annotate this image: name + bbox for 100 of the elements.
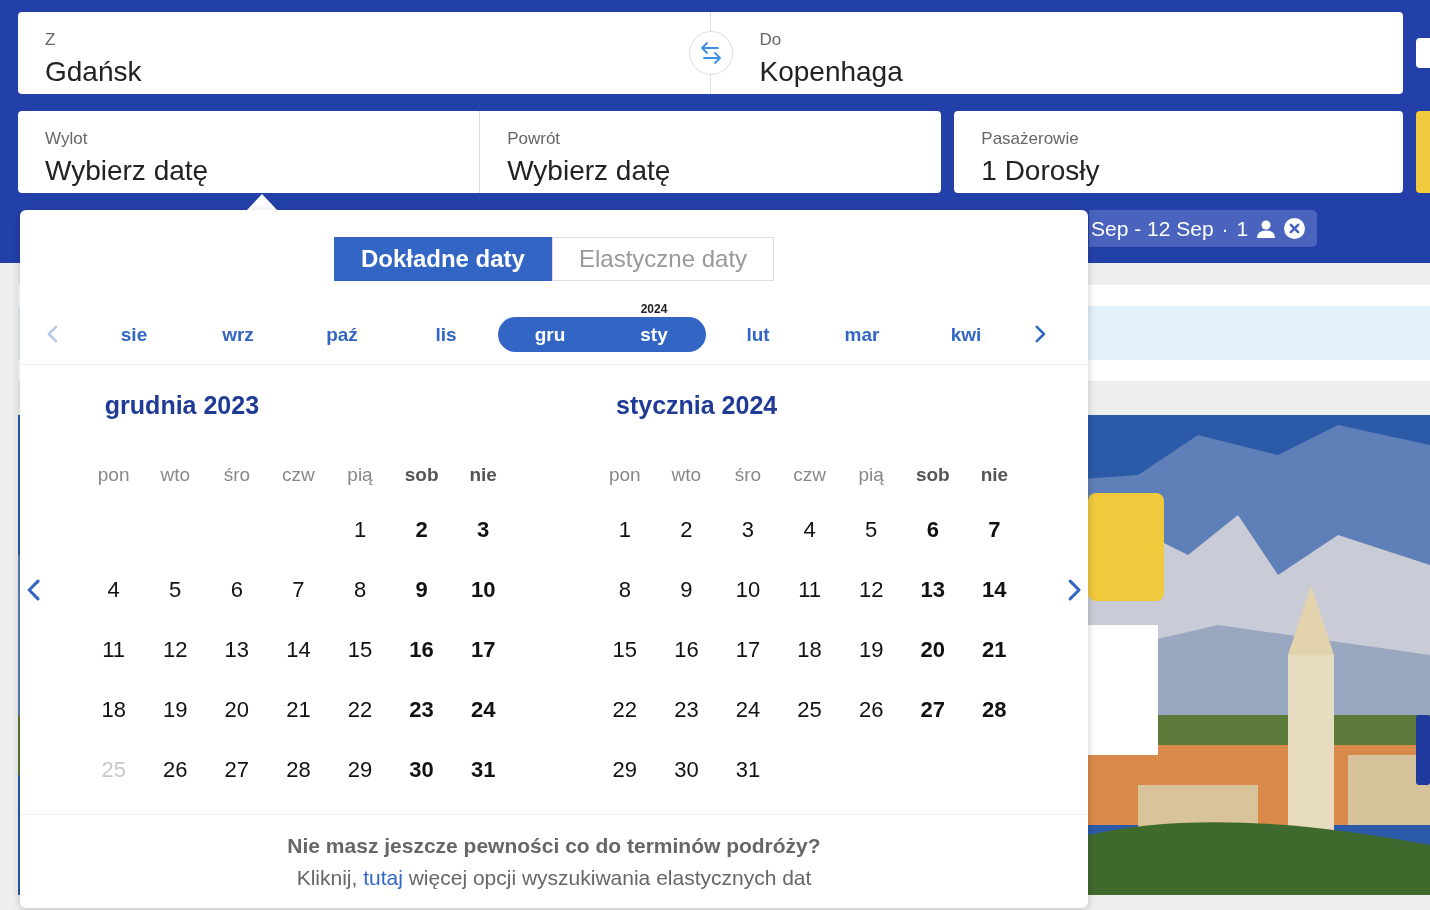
passengers-field[interactable]: Pasażerowie 1 Dorosły [954,111,1403,193]
calendar-day[interactable]: 7 [984,512,1005,547]
calendar-day[interactable]: 10 [466,572,500,607]
flexible-dates-hint: Kliknij, tutaj więcej opcji wyszukiwania elastycznych dat [296,865,812,890]
calendar-day[interactable]: 19 [159,692,192,727]
weekday-label: sob [915,463,950,486]
calendar-day[interactable]: 6 [922,512,943,547]
calendar-day[interactable]: 8 [614,572,635,607]
month-option[interactable]: sty [602,317,706,352]
month-title: stycznia 2024 [615,389,779,421]
calendar-day[interactable]: 27 [220,752,254,787]
calendar-day[interactable]: 14 [282,632,315,667]
origin-field[interactable]: Z Gdańsk [18,12,689,94]
calendar-day[interactable]: 20 [220,692,254,727]
calendar-day[interactable]: 5 [861,512,882,547]
calendar-day[interactable]: 21 [282,692,315,727]
recent-search-chip[interactable]: Sep - 12 Sep · 1 [1089,210,1318,247]
weekday-label: nie [469,463,497,486]
calendar-day[interactable]: 9 [411,572,432,607]
calendar-day[interactable]: 6 [226,572,247,607]
calendar-day[interactable]: 23 [405,692,438,727]
calendar-day[interactable]: 5 [165,572,186,607]
calendar-day[interactable]: 26 [159,752,192,787]
person-icon [1256,218,1277,239]
month-option[interactable]: sie [82,317,186,352]
calendar-day[interactable]: 3 [473,512,494,547]
weekday-label: pon [97,463,130,486]
calendar-day[interactable]: 4 [103,572,124,607]
calendar-day[interactable]: 19 [854,632,888,667]
calendar-day[interactable]: 10 [731,572,765,607]
calendar-day[interactable]: 4 [799,512,820,547]
weekday-label: nie [980,463,1009,486]
weekday-label: wto [160,463,190,486]
calendar-day[interactable]: 1 [349,512,371,547]
calendar-day[interactable]: 12 [159,632,192,667]
calendar-day[interactable]: 2 [411,512,432,547]
calendar-day[interactable]: 18 [793,632,826,667]
month-option[interactable]: lis [394,317,498,352]
flexible-dates-question: Nie masz jeszcze pewności co do terminów podróży? [287,833,821,858]
calendar-day[interactable]: 24 [466,692,500,727]
calendar-day[interactable]: 23 [670,692,703,727]
calendar-day[interactable]: 26 [854,692,888,727]
close-icon[interactable] [1284,218,1306,239]
calendar-day[interactable]: 17 [731,632,765,667]
calendar-day[interactable]: 7 [288,572,309,607]
calendar-day[interactable]: 28 [978,692,1011,727]
destination-field[interactable]: Do Kopenhaga [732,12,1403,94]
calendar-day[interactable]: 13 [916,572,949,607]
month-option[interactable]: wrz [186,317,290,352]
chevron-left-icon [46,325,58,343]
month-option[interactable]: kwi [914,317,1018,352]
month-option[interactable]: mar [810,317,914,352]
chevron-right-icon [1068,578,1082,601]
calendar-day[interactable]: 24 [731,692,765,727]
calendar-day[interactable]: 1 [614,512,635,547]
calendar-day[interactable]: 21 [978,632,1011,667]
flexible-dates-link[interactable]: tutaj [363,865,403,889]
calendar-day[interactable]: 8 [349,572,371,607]
calendar-day[interactable]: 11 [794,572,825,607]
calendar-day[interactable]: 16 [405,632,438,667]
calendar-day[interactable]: 2 [676,512,697,547]
weekday-label: pon [608,463,641,486]
calendar-day[interactable]: 28 [282,752,315,787]
calendar-day[interactable]: 3 [737,512,759,547]
calendar-day[interactable]: 22 [343,692,377,727]
calendar-day[interactable]: 15 [608,632,642,667]
chip-separator: · [1221,216,1229,241]
chevron-left-icon [26,578,40,601]
date-mode-tab[interactable]: Dokładne daty [333,237,552,281]
calendar-day[interactable]: 18 [97,692,130,727]
calendar-day[interactable]: 15 [343,632,377,667]
calendar-day[interactable]: 16 [670,632,703,667]
calendar-day[interactable]: 14 [978,572,1011,607]
calendar-day[interactable]: 25 [793,692,826,727]
calendar-day[interactable]: 30 [670,752,703,787]
month-option[interactable]: lut [706,317,810,352]
calendar-day[interactable]: 31 [731,752,765,787]
chip-dates: Sep - 12 Sep [1091,216,1214,241]
calendar-day[interactable]: 30 [405,752,438,787]
calendar-day[interactable]: 22 [608,692,642,727]
calendar-day[interactable]: 17 [466,632,500,667]
swap-button[interactable] [688,31,733,75]
year-label: 2024 [640,302,668,316]
calendar-day[interactable]: 29 [608,752,642,787]
month-title: grudnia 2023 [103,389,261,421]
calendar-day[interactable]: 27 [916,692,949,727]
date-field[interactable]: Powrót Wybierz datę [479,111,942,193]
calendar-day[interactable]: 31 [466,752,500,787]
month-option[interactable]: gru [498,317,602,352]
calendar-day[interactable]: 9 [676,572,697,607]
month-option[interactable]: paź [290,317,394,352]
calendar-day[interactable]: 11 [98,632,130,667]
date-field[interactable]: Wylot Wybierz datę [18,111,480,193]
calendar-day[interactable]: 13 [220,632,254,667]
weekday-label: pią [347,463,373,486]
weekday-label: czw [282,463,315,486]
calendar-day[interactable]: 20 [916,632,949,667]
weekday-label: pią [858,463,884,486]
calendar-day[interactable]: 29 [343,752,377,787]
calendar-day[interactable]: 12 [854,572,888,607]
